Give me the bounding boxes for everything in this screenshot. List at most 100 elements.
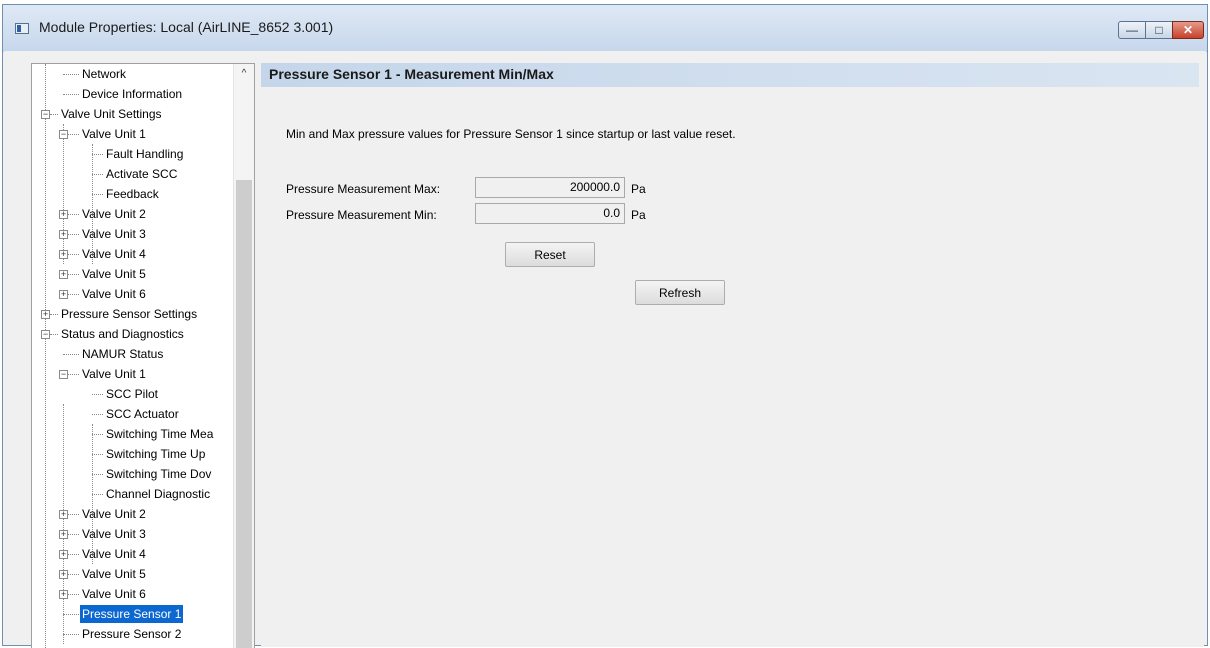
expand-icon[interactable]: + (59, 530, 68, 539)
tree-connector (63, 614, 79, 615)
tree-item[interactable]: − Status and Diagnostics (32, 324, 233, 344)
expand-icon[interactable]: + (41, 310, 50, 319)
tree-item-label: SCC Actuator (106, 407, 179, 421)
reset-button[interactable]: Reset (505, 242, 595, 267)
tree-item[interactable]: + Valve Unit 5 (32, 264, 233, 284)
tree-item-label: Valve Unit 6 (82, 287, 146, 301)
expand-icon[interactable]: + (59, 290, 68, 299)
tree-item[interactable]: − Valve Unit Settings (32, 104, 233, 124)
minimize-button[interactable]: — (1118, 21, 1146, 39)
tree-connector (92, 454, 103, 455)
tree-item[interactable]: Switching Time Mea (32, 424, 233, 444)
window-title: Module Properties: Local (AirLINE_8652 3… (39, 19, 334, 35)
tree-connector (63, 74, 79, 75)
panel-header: Pressure Sensor 1 - Measurement Min/Max (261, 63, 1199, 87)
tree-item[interactable]: SCC Pilot (32, 384, 233, 404)
tree-item-label: Valve Unit 6 (82, 587, 146, 601)
tree-item[interactable]: + Valve Unit 4 (32, 244, 233, 264)
tree-item-label: SCC Pilot (106, 387, 159, 401)
scroll-thumb[interactable] (236, 180, 252, 648)
navigation-tree-pane: Network Device Information − Valve Unit Set… (31, 63, 255, 648)
tree-item-label: Channel Diagnostic (106, 487, 211, 501)
tree-item[interactable]: + Valve Unit 3 (32, 524, 233, 544)
tree-connector (68, 534, 79, 535)
expand-icon[interactable]: + (59, 250, 68, 259)
title-bar[interactable]: Module Properties: Local (AirLINE_8652 3… (3, 5, 1207, 52)
tree-item-label: NAMUR Status (82, 347, 164, 361)
tree-connector (63, 94, 79, 95)
tree-item[interactable]: Feedback (32, 184, 233, 204)
tree-item[interactable]: NAMUR Status (32, 344, 233, 364)
properties-panel: Pressure Sensor 1 - Measurement Min/Max … (261, 63, 1204, 647)
tree-item-label: Pressure Sensor Settings (61, 307, 198, 321)
pressure-max-unit: Pa (631, 182, 646, 196)
tree-item-label: Valve Unit 2 (82, 207, 146, 221)
tree-item-label: Valve Unit 4 (82, 247, 146, 261)
scroll-up-button[interactable]: ^ (234, 64, 254, 82)
tree-connector (50, 314, 58, 315)
tree-connector (68, 374, 79, 375)
tree-item[interactable]: + Valve Unit 6 (32, 284, 233, 304)
tree-item[interactable]: + Valve Unit 6 (32, 584, 233, 604)
tree-item[interactable]: − Valve Unit 1 (32, 124, 233, 144)
tree-item[interactable]: + Valve Unit 5 (32, 564, 233, 584)
tree-item[interactable]: + Valve Unit 2 (32, 204, 233, 224)
tree-item[interactable]: + Valve Unit 4 (32, 544, 233, 564)
pressure-min-field: 0.0 (475, 203, 625, 224)
tree-item-label: Fault Handling (106, 147, 184, 161)
maximize-button[interactable]: □ (1145, 21, 1173, 39)
tree-item-label: Pressure Sensor 2 (82, 627, 182, 641)
pressure-min-label: Pressure Measurement Min: (286, 208, 437, 222)
collapse-icon[interactable]: − (41, 110, 50, 119)
tree-item-label: Valve Unit 5 (82, 567, 146, 581)
tree-connector (68, 234, 79, 235)
tree-item[interactable]: − Valve Unit 1 (32, 364, 233, 384)
tree-item-label: Switching Time Up (106, 447, 206, 461)
tree-item-label: Valve Unit 1 (82, 127, 146, 141)
collapse-icon[interactable]: − (59, 370, 68, 379)
tree-item-label: Feedback (106, 187, 159, 201)
tree-item[interactable]: + Pressure Sensor Settings (32, 304, 233, 324)
tree-item[interactable]: + Valve Unit 2 (32, 504, 233, 524)
tree-item[interactable]: Fault Handling (32, 144, 233, 164)
expand-icon[interactable]: + (59, 510, 68, 519)
expand-icon[interactable]: + (59, 210, 68, 219)
close-button[interactable]: ✕ (1172, 21, 1204, 39)
tree-item[interactable]: + Valve Unit 3 (32, 224, 233, 244)
tree-item[interactable]: Switching Time Up (32, 444, 233, 464)
tree-connector (68, 554, 79, 555)
tree-connector (50, 114, 58, 115)
tree-item[interactable]: Pressure Sensor 1 (32, 604, 233, 624)
expand-icon[interactable]: + (59, 550, 68, 559)
tree-item[interactable]: Switching Time Dov (32, 464, 233, 484)
tree-connector (68, 134, 79, 135)
tree-item-label: Valve Unit Settings (61, 107, 162, 121)
tree-connector (92, 474, 103, 475)
tree-item[interactable]: Channel Diagnostic (32, 484, 233, 504)
tree-connector (92, 434, 103, 435)
tree-connector (92, 194, 103, 195)
expand-icon[interactable]: + (59, 570, 68, 579)
tree-scrollbar[interactable]: ^ (233, 64, 254, 648)
tree-item[interactable]: Pressure Sensor 2 (32, 624, 233, 644)
tree-item-label: Device Information (82, 87, 183, 101)
tree-item[interactable]: Network (32, 64, 233, 84)
expand-icon[interactable]: + (59, 270, 68, 279)
collapse-icon[interactable]: − (59, 130, 68, 139)
expand-icon[interactable]: + (59, 590, 68, 599)
module-properties-window: Module Properties: Local (AirLINE_8652 3… (2, 4, 1208, 648)
refresh-button[interactable]: Refresh (635, 280, 725, 305)
pressure-max-label: Pressure Measurement Max: (286, 182, 441, 196)
tree-item[interactable]: Activate SCC (32, 164, 233, 184)
tree-item-label: Valve Unit 2 (82, 507, 146, 521)
collapse-icon[interactable]: − (41, 330, 50, 339)
navigation-tree: Network Device Information − Valve Unit Set… (32, 64, 233, 648)
tree-item[interactable]: Device Information (32, 84, 233, 104)
tree-item-label: Network (82, 67, 127, 81)
tree-item-label: Pressure Sensor 1 (80, 605, 184, 623)
expand-icon[interactable]: + (59, 230, 68, 239)
tree-item[interactable]: SCC Actuator (32, 404, 233, 424)
panel-description: Min and Max pressure values for Pressure… (286, 127, 736, 141)
tree-item-label: Valve Unit 4 (82, 547, 146, 561)
tree-connector (68, 574, 79, 575)
